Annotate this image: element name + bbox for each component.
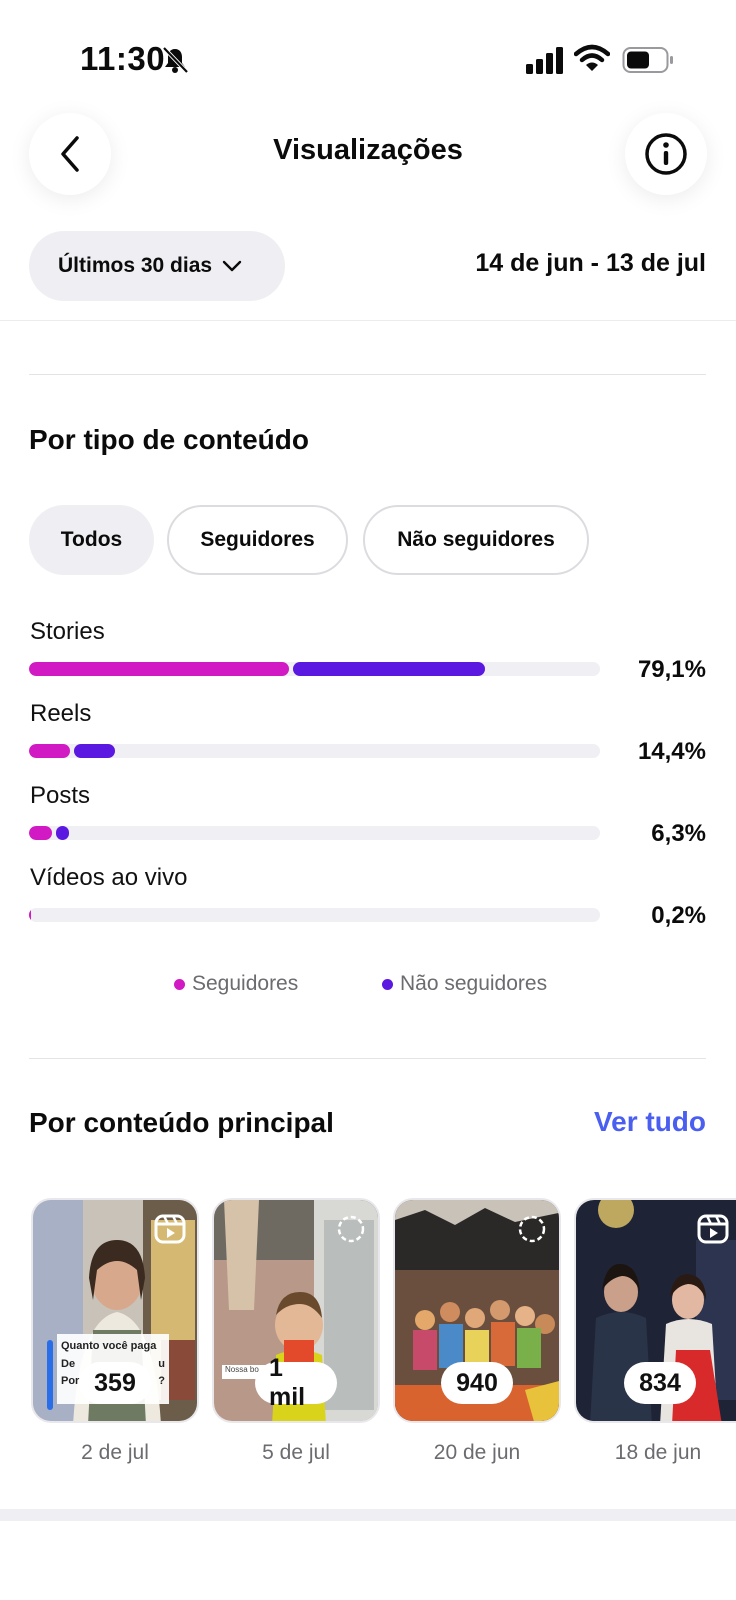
story-circle-icon	[518, 1215, 546, 1243]
content-thumbnail[interactable]: Quanto você paga De u Por ? 359	[31, 1198, 199, 1423]
view-count-badge: 359	[79, 1362, 151, 1404]
content-date: 20 de jun	[433, 1441, 521, 1464]
bell-slash-icon	[162, 46, 189, 74]
legend-dot	[174, 978, 185, 990]
status-bar: 11:30	[0, 0, 736, 110]
row-label-posts: Posts	[30, 782, 91, 809]
caption-accent	[47, 1340, 53, 1410]
bar-stories	[29, 662, 600, 676]
tab-todos[interactable]: Todos	[29, 505, 154, 575]
info-button[interactable]	[625, 113, 707, 195]
content-date: 2 de jul	[81, 1441, 149, 1464]
bar-segment-followers	[29, 662, 289, 676]
bar-reels	[29, 744, 600, 758]
row-label-live: Vídeos ao vivo	[30, 864, 188, 891]
view-count-badge: 940	[441, 1362, 513, 1404]
tab-nao-seguidores[interactable]: Não seguidores	[363, 505, 589, 575]
bar-segment-non-followers	[55, 826, 69, 840]
story-circle-icon	[337, 1215, 365, 1243]
caption-line: Quanto você paga	[61, 1340, 157, 1352]
legend-dot	[382, 978, 393, 990]
bar-segment-followers	[29, 744, 71, 758]
caption-fragment: ?	[158, 1375, 165, 1388]
row-percent-stories: 79,1%	[637, 656, 706, 683]
period-select[interactable]: Últimos 30 dias	[29, 231, 285, 301]
wifi-icon	[574, 44, 610, 71]
bar-segment-followers	[29, 908, 31, 922]
content-date: 5 de jul	[262, 1441, 330, 1464]
see-all-link[interactable]: Ver tudo	[594, 1106, 706, 1138]
content-thumbnail[interactable]: Nossa bo 1 mil	[212, 1198, 380, 1423]
bar-segment-non-followers	[74, 744, 116, 758]
bar-live	[29, 908, 600, 922]
bar-segment-followers	[29, 826, 52, 840]
bottom-divider	[0, 1509, 736, 1521]
section-divider	[29, 374, 706, 375]
content-thumbnail[interactable]: 940	[393, 1198, 561, 1423]
content-type-title: Por tipo de conteúdo	[29, 424, 309, 455]
view-count-badge: 1 mil	[255, 1354, 337, 1411]
content-thumbnail[interactable]: 834	[574, 1198, 736, 1423]
row-label-stories: Stories	[30, 618, 105, 645]
legend-label: Seguidores	[192, 972, 299, 995]
view-count-badge: 834	[624, 1362, 696, 1404]
reels-icon	[697, 1214, 729, 1244]
row-percent-posts: 6,3%	[651, 820, 706, 847]
row-label-reels: Reels	[30, 700, 92, 727]
top-content-title: Por conteúdo principal	[29, 1107, 334, 1138]
caption-fragment: Por	[61, 1375, 80, 1388]
bar-segment-non-followers	[292, 662, 485, 676]
bar-posts	[29, 826, 600, 840]
reels-icon	[154, 1214, 186, 1244]
period-select-label: Últimos 30 dias	[58, 254, 213, 277]
signal-icon	[526, 47, 563, 74]
caption-fragment: u	[158, 1357, 165, 1370]
row-percent-reels: 14,4%	[637, 738, 706, 765]
status-time: 11:30	[80, 40, 166, 77]
header-divider	[0, 320, 736, 321]
date-range: 14 de jun - 13 de jul	[475, 249, 706, 277]
tab-seguidores[interactable]: Seguidores	[167, 505, 348, 575]
info-icon	[645, 133, 687, 175]
legend-label: Não seguidores	[400, 972, 548, 995]
chevron-down-icon	[222, 260, 242, 272]
legend-non-followers: Não seguidores	[382, 972, 547, 996]
section-divider	[29, 1058, 706, 1059]
row-percent-live: 0,2%	[651, 902, 706, 929]
content-date: 18 de jun	[614, 1441, 702, 1464]
caption-fragment: De	[61, 1357, 76, 1370]
legend-followers: Seguidores	[174, 972, 298, 996]
battery-icon	[622, 47, 673, 73]
